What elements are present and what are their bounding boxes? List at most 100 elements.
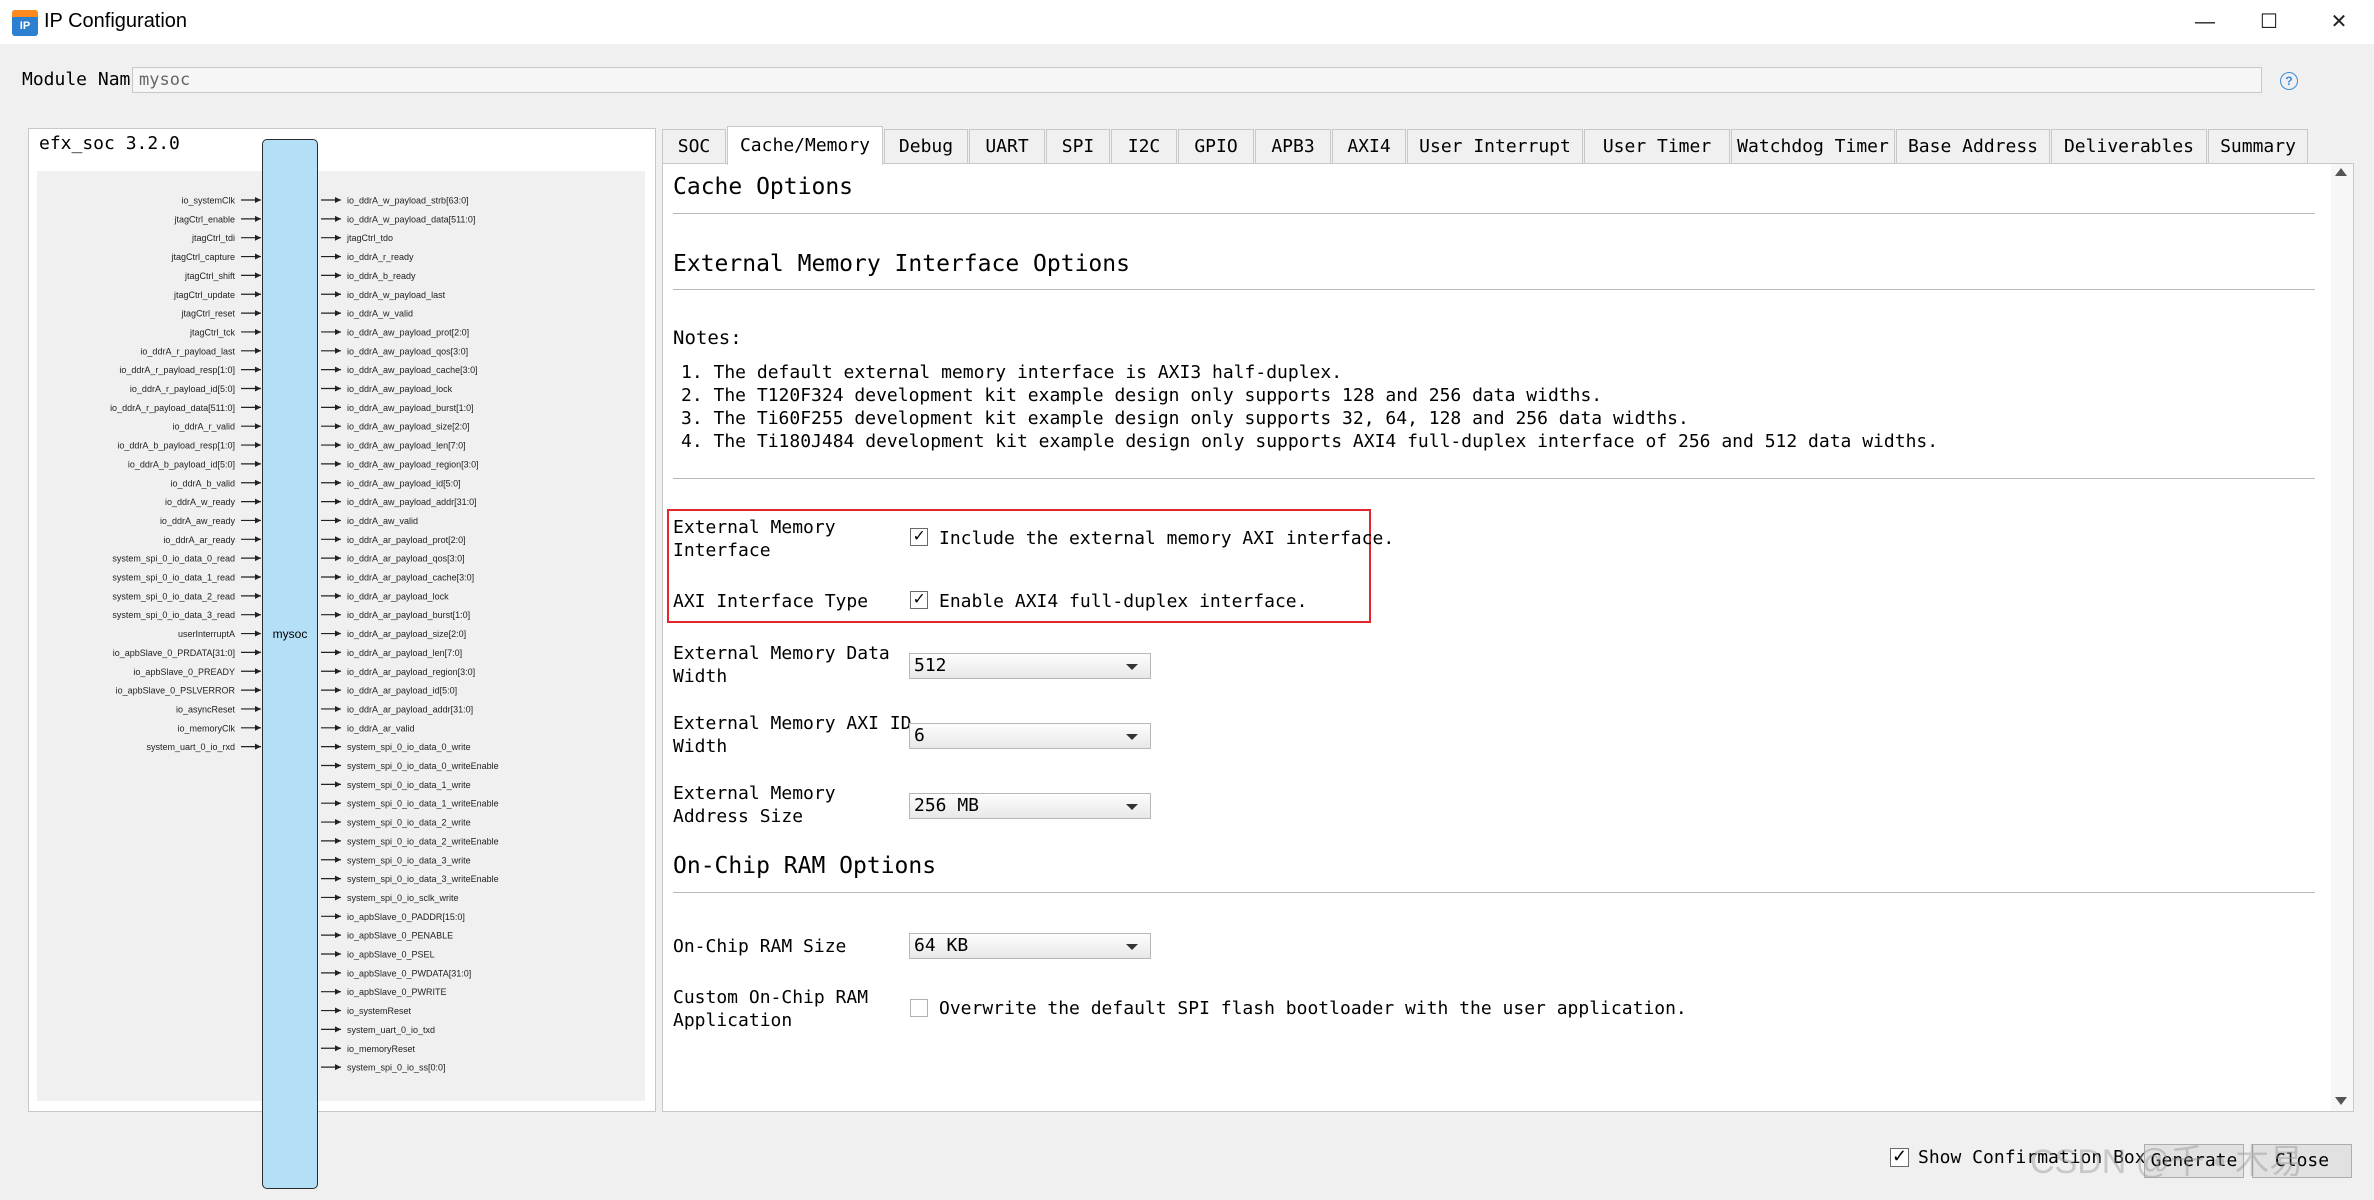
port-arrow bbox=[335, 366, 341, 373]
block-diagram-panel: efx_soc 3.2.0 io_systemClk jtagCtrl_enabl… bbox=[28, 128, 656, 1112]
port-label-output: io_apbSlave_0_PSEL bbox=[347, 950, 435, 960]
scroll-up-icon[interactable] bbox=[2335, 168, 2347, 176]
port-label-output: io_ddrA_ar_payload_addr[31:0] bbox=[347, 704, 473, 714]
port-arrow bbox=[255, 197, 261, 203]
tab-user-interrupt[interactable]: User Interrupt bbox=[1407, 129, 1583, 163]
module-name-label: Module Nam bbox=[22, 69, 131, 90]
port-label-input: io_memoryClk bbox=[177, 723, 235, 733]
port-label-output: io_ddrA_aw_payload_region[3:0] bbox=[347, 459, 479, 469]
address-size-label: Address Size bbox=[673, 806, 804, 827]
port-arrow bbox=[335, 479, 341, 486]
port-label-output: io_ddrA_aw_payload_cache[3:0] bbox=[347, 365, 478, 375]
ram-size-dropdown[interactable]: 64 KB bbox=[909, 933, 1151, 959]
tab-base-address[interactable]: Base Address bbox=[1896, 129, 2050, 163]
port-arrow bbox=[335, 1064, 341, 1071]
port-label-input: io_systemClk bbox=[181, 196, 235, 206]
block-diagram: io_systemClk jtagCtrl_enable jtagCtrl_tdi j… bbox=[37, 171, 645, 1101]
port-arrow bbox=[255, 253, 261, 260]
port-arrow bbox=[255, 649, 261, 656]
port-label-output: io_ddrA_ar_payload_size[2:0] bbox=[347, 629, 466, 639]
tab-axi4[interactable]: AXI4 bbox=[1332, 129, 1406, 163]
port-label-output: io_ddrA_aw_payload_addr[31:0] bbox=[347, 497, 477, 507]
tab-i2c[interactable]: I2C bbox=[1111, 129, 1177, 163]
tab-uart[interactable]: UART bbox=[969, 129, 1045, 163]
tab-spi[interactable]: SPI bbox=[1046, 129, 1110, 163]
address-size-label: External Memory bbox=[673, 783, 836, 804]
port-arrow bbox=[255, 668, 261, 675]
custom-ram-checkbox[interactable] bbox=[910, 999, 928, 1017]
tab-user-timer[interactable]: User Timer bbox=[1584, 129, 1730, 163]
port-label-output: io_apbSlave_0_PWDATA[31:0] bbox=[347, 968, 471, 978]
axi-id-width-dropdown[interactable]: 6 bbox=[909, 723, 1151, 749]
data-width-dropdown[interactable]: 512 bbox=[909, 653, 1151, 679]
module-name-input[interactable]: mysoc bbox=[132, 67, 2262, 93]
maximize-button[interactable]: ☐ bbox=[2246, 6, 2292, 38]
ext-mem-interface-label: External Memory bbox=[673, 517, 836, 538]
port-label-output: io_ddrA_aw_payload_burst[1:0] bbox=[347, 403, 474, 413]
tab-debug[interactable]: Debug bbox=[884, 129, 968, 163]
note-item: 3. The Ti60F255 development kit example … bbox=[681, 408, 1689, 429]
axi4-full-duplex-checkbox-label: Enable AXI4 full-duplex interface. bbox=[939, 591, 1308, 612]
port-arrow bbox=[335, 932, 341, 939]
port-arrow bbox=[335, 837, 341, 844]
port-arrow bbox=[335, 705, 341, 712]
soc-block bbox=[262, 139, 318, 1189]
port-arrow bbox=[255, 724, 261, 731]
custom-ram-label: Application bbox=[673, 1010, 793, 1031]
port-arrow bbox=[335, 555, 341, 562]
tab-soc[interactable]: SOC bbox=[662, 129, 726, 163]
tab-summary[interactable]: Summary bbox=[2208, 129, 2308, 163]
port-label-output: io_ddrA_ar_payload_lock bbox=[347, 591, 449, 601]
axi-type-label: AXI Interface Type bbox=[673, 591, 869, 612]
port-arrow bbox=[335, 668, 341, 675]
block-diagram-svg: io_systemClkjtagCtrl_enablejtagCtrl_tdij… bbox=[110, 196, 499, 1073]
close-window-button[interactable]: ✕ bbox=[2316, 6, 2362, 38]
vertical-scrollbar[interactable] bbox=[2331, 164, 2353, 1111]
on-chip-ram-title: On-Chip RAM Options bbox=[673, 853, 937, 879]
port-label-output: io_ddrA_aw_payload_lock bbox=[347, 384, 453, 394]
scroll-down-icon[interactable] bbox=[2335, 1097, 2347, 1105]
port-label-output: system_spi_0_io_data_2_write bbox=[347, 818, 471, 828]
note-item: 2. The T120F324 development kit example … bbox=[681, 385, 1603, 406]
tab-cache-memory[interactable]: Cache/Memory bbox=[727, 126, 883, 165]
port-label-output: io_memoryReset bbox=[347, 1044, 416, 1054]
port-arrow bbox=[335, 442, 341, 449]
ram-size-label: On-Chip RAM Size bbox=[673, 936, 847, 957]
port-arrow bbox=[335, 498, 341, 505]
port-arrow bbox=[335, 988, 341, 995]
tab-gpio[interactable]: GPIO bbox=[1178, 129, 1254, 163]
address-size-dropdown[interactable]: 256 MB bbox=[909, 793, 1151, 819]
port-label-output: io_ddrA_ar_payload_region[3:0] bbox=[347, 667, 475, 677]
port-label-input: io_ddrA_r_valid bbox=[172, 422, 235, 432]
port-arrow bbox=[255, 479, 261, 486]
axi4-full-duplex-checkbox[interactable]: ✓ bbox=[910, 590, 928, 609]
tab-deliverables[interactable]: Deliverables bbox=[2051, 129, 2207, 163]
port-label-output: io_ddrA_aw_payload_qos[3:0] bbox=[347, 346, 468, 356]
port-arrow bbox=[255, 291, 261, 298]
port-arrow bbox=[255, 687, 261, 694]
port-arrow bbox=[255, 272, 261, 279]
port-label-input: io_apbSlave_0_PSLVERROR bbox=[116, 686, 236, 696]
ram-size-value: 64 KB bbox=[914, 935, 969, 956]
port-label-input: io_ddrA_w_ready bbox=[165, 497, 236, 507]
minimize-button[interactable]: — bbox=[2182, 6, 2228, 38]
port-label-input: system_spi_0_io_data_3_read bbox=[112, 610, 235, 620]
help-icon[interactable]: ? bbox=[2280, 72, 2298, 90]
port-arrow bbox=[255, 423, 261, 430]
port-arrow bbox=[335, 611, 341, 618]
ext-mem-interface-checkbox[interactable]: ✓ bbox=[910, 527, 928, 546]
port-label-input: system_spi_0_io_data_0_read bbox=[112, 554, 235, 564]
port-arrow bbox=[335, 291, 341, 298]
port-arrow bbox=[335, 423, 341, 430]
address-size-value: 256 MB bbox=[914, 795, 980, 816]
custom-ram-checkbox-label: Overwrite the default SPI flash bootload… bbox=[939, 998, 1687, 1019]
data-width-label: Width bbox=[673, 666, 728, 687]
port-label-output: system_spi_0_io_sclk_write bbox=[347, 893, 459, 903]
port-label-input: io_asyncReset bbox=[176, 704, 236, 714]
watermark: CSDN @千 • 木易 bbox=[2030, 1143, 2304, 1181]
port-label-output: system_spi_0_io_data_0_write bbox=[347, 742, 471, 752]
tab-watchdog-timer[interactable]: Watchdog Timer bbox=[1731, 129, 1895, 163]
tab-apb3[interactable]: APB3 bbox=[1255, 129, 1331, 163]
port-arrow bbox=[335, 197, 341, 203]
show-confirmation-checkbox[interactable]: ✓ bbox=[1890, 1147, 1909, 1167]
